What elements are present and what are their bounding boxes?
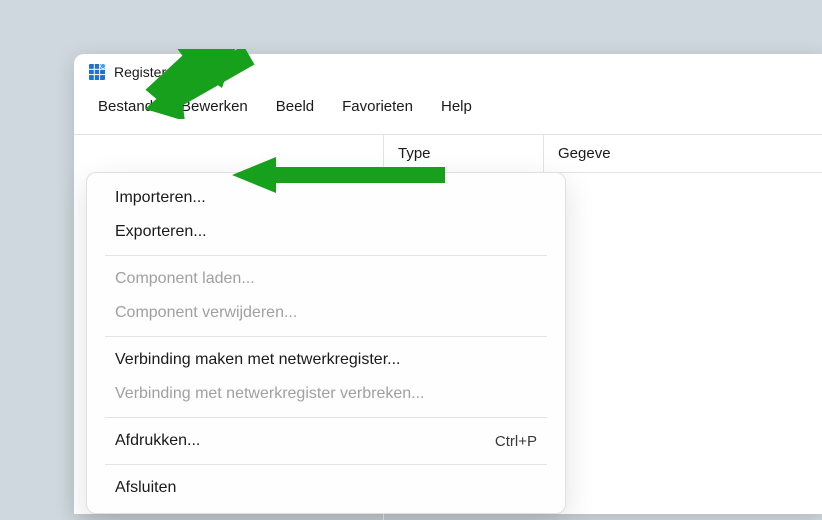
menu-separator bbox=[105, 336, 547, 337]
menu-disconnect-network: Verbinding met netwerkregister verbreken… bbox=[87, 377, 565, 411]
titlebar: Register-editor bbox=[74, 54, 822, 90]
window-title: Register-editor bbox=[114, 64, 206, 80]
menu-file[interactable]: Bestand bbox=[84, 94, 167, 119]
file-menu-dropdown: Importeren... Exporteren... Component la… bbox=[86, 172, 566, 514]
menu-load-hive-label: Component laden... bbox=[115, 270, 255, 288]
menu-exit[interactable]: Afsluiten bbox=[87, 471, 565, 505]
column-type[interactable]: Type bbox=[384, 135, 544, 172]
menu-load-hive: Component laden... bbox=[87, 262, 565, 296]
menu-connect-network[interactable]: Verbinding maken met netwerkregister... bbox=[87, 343, 565, 377]
menu-connect-network-label: Verbinding maken met netwerkregister... bbox=[115, 351, 400, 369]
menu-export-label: Exporteren... bbox=[115, 223, 207, 241]
menu-import-label: Importeren... bbox=[115, 189, 206, 207]
regedit-icon bbox=[88, 63, 106, 81]
menu-separator bbox=[105, 464, 547, 465]
registry-editor-window: Register-editor Bestand Bewerken Beeld F… bbox=[74, 54, 822, 514]
menu-import[interactable]: Importeren... bbox=[87, 181, 565, 215]
menubar: Bestand Bewerken Beeld Favorieten Help bbox=[74, 90, 822, 127]
list-header: Type Gegeve bbox=[384, 135, 822, 173]
menu-view[interactable]: Beeld bbox=[262, 94, 328, 119]
menu-disconnect-network-label: Verbinding met netwerkregister verbreken… bbox=[115, 385, 424, 403]
menu-export[interactable]: Exporteren... bbox=[87, 215, 565, 249]
menu-separator bbox=[105, 255, 547, 256]
menu-exit-label: Afsluiten bbox=[115, 479, 176, 497]
column-data[interactable]: Gegeve bbox=[544, 135, 822, 172]
menu-print-shortcut: Ctrl+P bbox=[495, 433, 537, 450]
menu-help[interactable]: Help bbox=[427, 94, 486, 119]
menu-unload-hive-label: Component verwijderen... bbox=[115, 304, 297, 322]
menu-print-label: Afdrukken... bbox=[115, 432, 200, 450]
menu-favorites[interactable]: Favorieten bbox=[328, 94, 427, 119]
menu-unload-hive: Component verwijderen... bbox=[87, 296, 565, 330]
menu-separator bbox=[105, 417, 547, 418]
menu-edit[interactable]: Bewerken bbox=[167, 94, 262, 119]
menu-print[interactable]: Afdrukken... Ctrl+P bbox=[87, 424, 565, 458]
